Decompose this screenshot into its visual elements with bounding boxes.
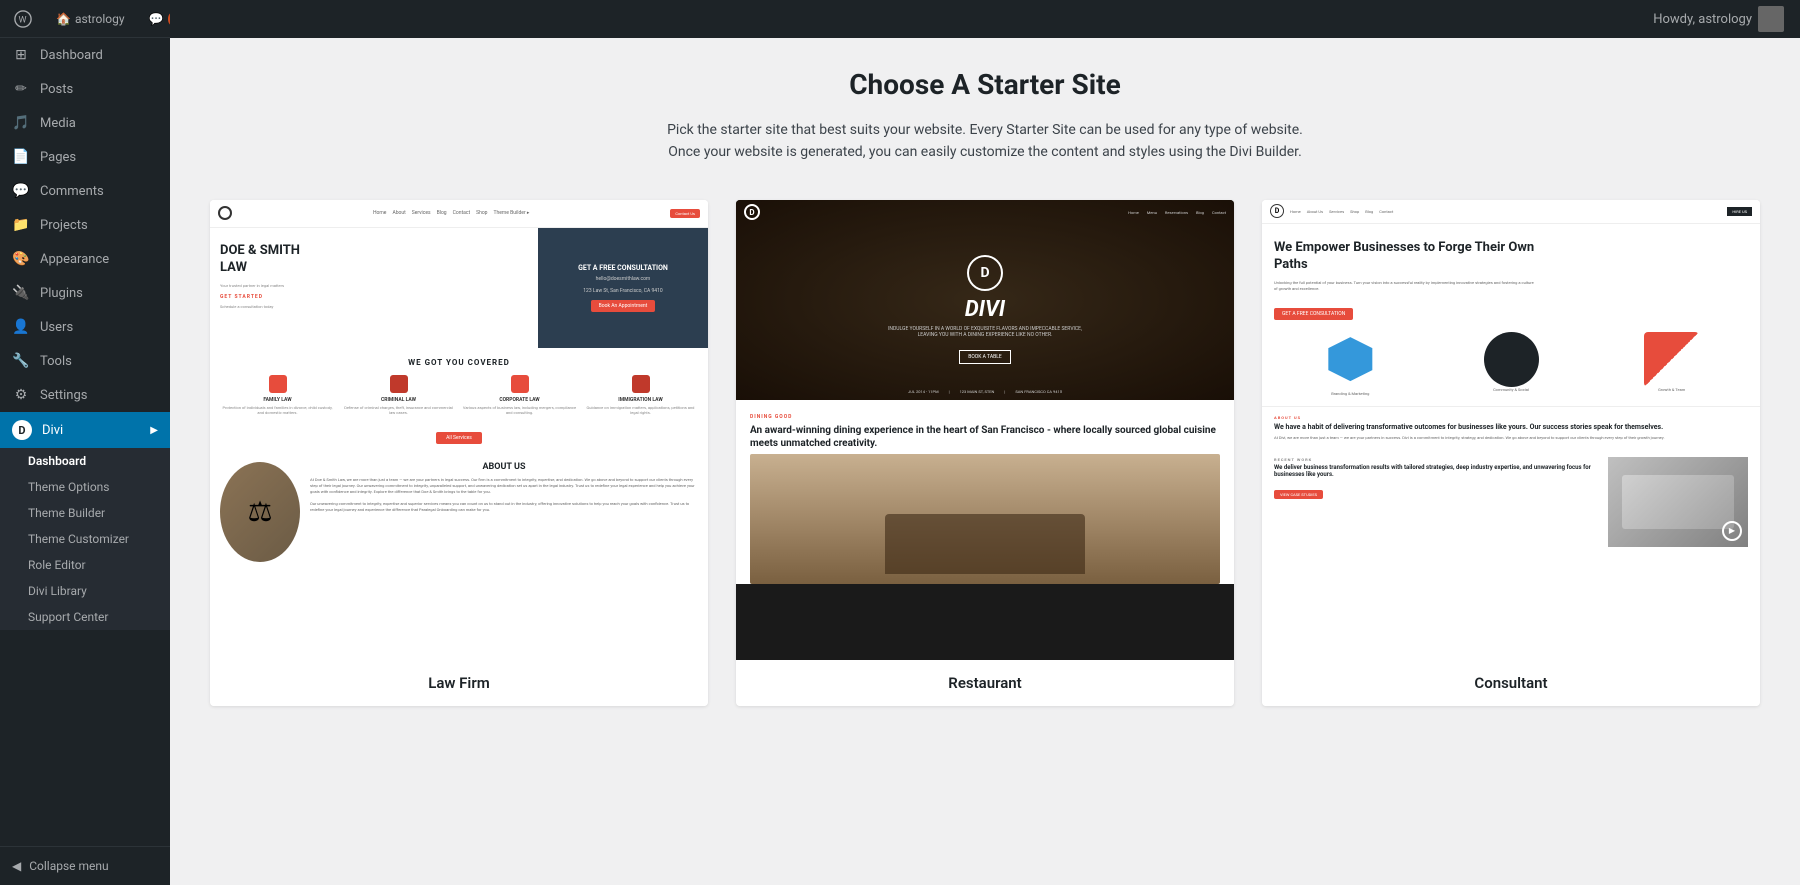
- chevron-icon: ▶: [150, 425, 158, 436]
- sidebar-item-settings[interactable]: ⚙ Settings: [0, 378, 170, 412]
- collapse-menu-button[interactable]: ◀ Collapse menu: [0, 846, 170, 885]
- sidebar-item-label: Tools: [40, 354, 72, 369]
- sidebar-item-tools[interactable]: 🔧 Tools: [0, 344, 170, 378]
- law-firm-preview: Home About Services Blog Contact Shop Th…: [210, 200, 708, 660]
- sidebar-item-divi[interactable]: D Divi ▶: [0, 412, 170, 448]
- sidebar-item-posts[interactable]: ✏ Posts: [0, 72, 170, 106]
- sidebar-item-label: Posts: [40, 82, 73, 97]
- page-subtitle: Pick the starter site that best suits yo…: [660, 119, 1310, 164]
- role-editor-label: Role Editor: [28, 558, 86, 572]
- submenu-item-theme-customizer[interactable]: Theme Customizer: [0, 526, 170, 552]
- wp-logo-link[interactable]: W: [8, 6, 38, 32]
- sidebar-item-projects[interactable]: 📁 Projects: [0, 208, 170, 242]
- template-card-law-firm[interactable]: Home About Services Blog Contact Shop Th…: [210, 200, 708, 706]
- sidebar-item-pages[interactable]: 📄 Pages: [0, 140, 170, 174]
- admin-bar: Howdy, astrology: [170, 0, 1800, 38]
- sidebar-item-label: Users: [40, 320, 73, 335]
- settings-icon: ⚙: [12, 386, 30, 404]
- sidebar-item-label: Divi: [42, 423, 63, 438]
- theme-builder-label: Theme Builder: [28, 506, 105, 520]
- consultant-name: Consultant: [1262, 660, 1760, 706]
- law-firm-name: Law Firm: [210, 660, 708, 706]
- submenu-item-role-editor[interactable]: Role Editor: [0, 552, 170, 578]
- restaurant-name: Restaurant: [736, 660, 1234, 706]
- site-name-label: astrology: [75, 12, 125, 26]
- sidebar-item-label: Media: [40, 116, 76, 131]
- submenu-item-dashboard[interactable]: Dashboard: [0, 448, 170, 474]
- users-icon: 👤: [12, 318, 30, 336]
- sidebar-topbar: W 🏠 astrology 💬 0 + New: [0, 0, 170, 38]
- main-content: Howdy, astrology Choose A Starter Site P…: [170, 0, 1800, 885]
- posts-icon: ✏: [12, 80, 30, 98]
- divi-icon: D: [12, 420, 32, 440]
- tools-icon: 🔧: [12, 352, 30, 370]
- media-icon: 🎵: [12, 114, 30, 132]
- template-card-restaurant[interactable]: D Home Menu Reservations Blog Contact: [736, 200, 1234, 706]
- divi-submenu: Dashboard Theme Options Theme Builder Th…: [0, 448, 170, 630]
- plugins-icon: 🔌: [12, 284, 30, 302]
- pages-icon: 📄: [12, 148, 30, 166]
- collapse-menu-label: Collapse menu: [29, 859, 108, 873]
- sidebar-item-plugins[interactable]: 🔌 Plugins: [0, 276, 170, 310]
- sidebar-item-label: Appearance: [40, 252, 109, 267]
- submenu-item-theme-options[interactable]: Theme Options: [0, 474, 170, 500]
- collapse-arrow-icon: ◀: [12, 859, 21, 873]
- sidebar-item-label: Comments: [40, 184, 104, 199]
- content-area: Choose A Starter Site Pick the starter s…: [170, 38, 1800, 885]
- sidebar-item-label: Settings: [40, 388, 87, 403]
- submenu-item-theme-builder[interactable]: Theme Builder: [0, 500, 170, 526]
- wordpress-icon: W: [14, 10, 32, 28]
- law-nav: Home About Services Blog Contact Shop Th…: [210, 200, 708, 228]
- sidebar-item-label: Projects: [40, 218, 88, 233]
- theme-options-label: Theme Options: [28, 480, 110, 494]
- support-center-label: Support Center: [28, 610, 108, 624]
- sidebar-item-comments[interactable]: 💬 Comments: [0, 174, 170, 208]
- consultant-preview-area: D Home About Us Services Shop Blog Conta…: [1262, 200, 1760, 660]
- sidebar-item-media[interactable]: 🎵 Media: [0, 106, 170, 140]
- sidebar: W 🏠 astrology 💬 0 + New ⊞ Dashboard ✏ Po…: [0, 0, 170, 885]
- page-title: Choose A Starter Site: [210, 68, 1760, 101]
- user-avatar: [1758, 6, 1784, 32]
- sidebar-item-appearance[interactable]: 🎨 Appearance: [0, 242, 170, 276]
- restaurant-preview: D Home Menu Reservations Blog Contact: [736, 200, 1234, 660]
- sidebar-item-users[interactable]: 👤 Users: [0, 310, 170, 344]
- projects-icon: 📁: [12, 216, 30, 234]
- comments-icon: 💬: [12, 182, 30, 200]
- svg-text:W: W: [19, 15, 27, 25]
- theme-customizer-label: Theme Customizer: [28, 532, 129, 546]
- sidebar-item-label: Plugins: [40, 286, 83, 301]
- submenu-item-divi-library[interactable]: Divi Library: [0, 578, 170, 604]
- templates-grid: Home About Services Blog Contact Shop Th…: [210, 200, 1760, 706]
- site-name-link[interactable]: 🏠 astrology: [50, 8, 131, 30]
- divi-library-label: Divi Library: [28, 584, 87, 598]
- dashboard-icon: ⊞: [12, 46, 30, 64]
- sidebar-item-label: Dashboard: [40, 48, 103, 63]
- template-card-consultant[interactable]: D Home About Us Services Shop Blog Conta…: [1262, 200, 1760, 706]
- sidebar-item-dashboard[interactable]: ⊞ Dashboard: [0, 38, 170, 72]
- sidebar-item-label: Pages: [40, 150, 76, 165]
- submenu-item-support-center[interactable]: Support Center: [0, 604, 170, 630]
- appearance-icon: 🎨: [12, 250, 30, 268]
- howdy-text: Howdy, astrology: [1653, 12, 1752, 27]
